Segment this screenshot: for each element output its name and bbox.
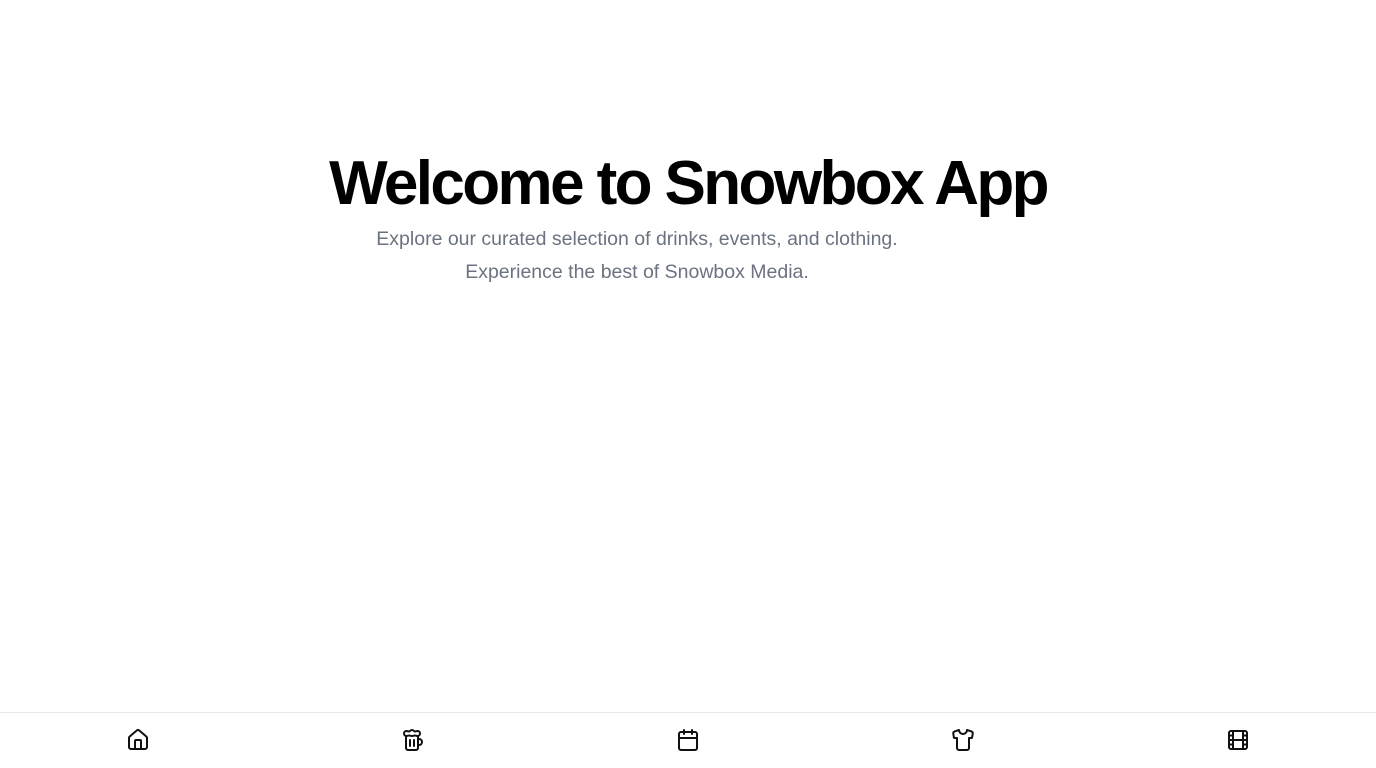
nav-item-events[interactable]	[550, 713, 825, 768]
calendar-icon	[676, 728, 700, 752]
bottom-navigation-bar	[0, 712, 1376, 768]
film-icon	[1226, 728, 1250, 752]
nav-item-clothing[interactable]	[826, 713, 1101, 768]
app-page: Welcome to Snowbox App Explore our curat…	[0, 0, 1376, 768]
page-subtitle: Explore our curated selection of drinks,…	[376, 228, 898, 283]
nav-item-drinks[interactable]	[275, 713, 550, 768]
beer-mug-icon	[401, 728, 425, 752]
shirt-icon	[951, 728, 975, 752]
page-title: Welcome to Snowbox App	[329, 149, 1049, 218]
nav-item-home[interactable]	[0, 713, 275, 768]
home-icon	[126, 728, 150, 752]
hero-section: Welcome to Snowbox App Explore our curat…	[0, 148, 1376, 283]
nav-item-media[interactable]	[1101, 713, 1376, 768]
